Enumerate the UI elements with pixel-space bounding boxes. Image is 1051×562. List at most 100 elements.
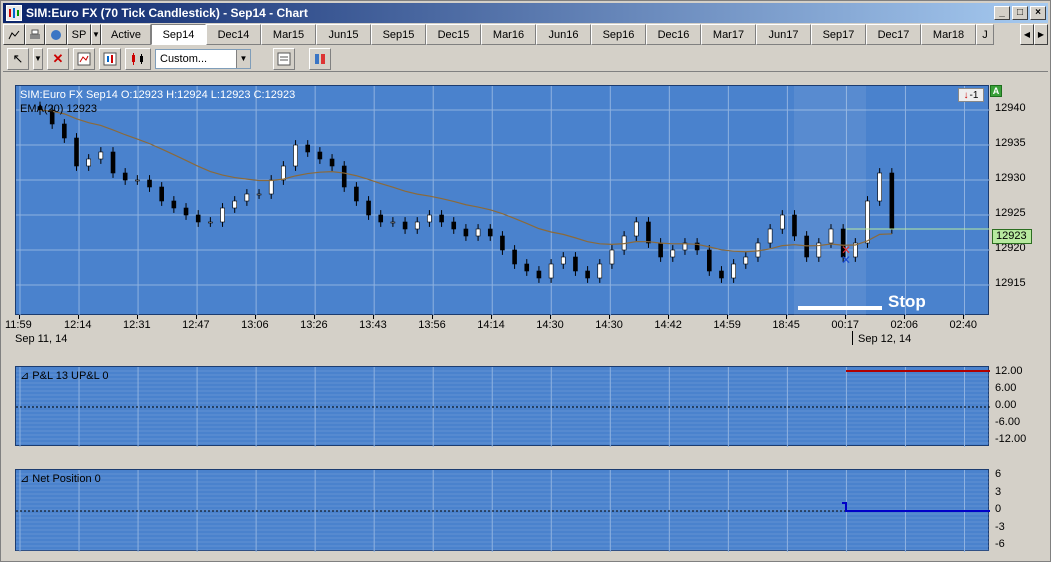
price-legend: SIM:Euro FX Sep14 O:12923 H:12924 L:1292…: [20, 88, 295, 116]
instrument-icon[interactable]: [45, 24, 67, 45]
title-bar[interactable]: SIM:Euro FX (70 Tick Candlestick) - Sep1…: [3, 3, 1048, 23]
stop-order-label[interactable]: Stop: [888, 292, 926, 312]
scroll-left-button[interactable]: ◀: [1020, 24, 1034, 45]
candle-body: [256, 193, 262, 196]
tab-jun15[interactable]: Jun15: [316, 24, 371, 45]
time-tick-label: 02:40: [949, 319, 978, 331]
ema-legend: EMA(20) 12923: [20, 103, 98, 115]
position-marker[interactable]: ↓ -1: [958, 88, 984, 102]
time-tick-label: 13:06: [241, 319, 269, 331]
minimize-button[interactable]: _: [994, 6, 1010, 20]
pointer-dropdown-arrow[interactable]: ▼: [33, 47, 43, 70]
candle-body: [585, 270, 590, 279]
date-right-label: Sep 12, 14: [858, 333, 912, 345]
panel-tick-label: 3: [995, 485, 1002, 498]
candle-body: [597, 263, 603, 279]
candle-body: [281, 165, 286, 181]
tab-mar15[interactable]: Mar15: [261, 24, 316, 45]
tab-dec14[interactable]: Dec14: [206, 24, 261, 45]
tab-mar18[interactable]: Mar18: [921, 24, 976, 45]
candle-body: [609, 249, 615, 265]
strategies-icon[interactable]: [99, 47, 121, 70]
candle-body: [244, 193, 250, 202]
time-tick-label: 02:06: [890, 319, 918, 331]
instrument-selector[interactable]: SP: [67, 24, 91, 45]
tab-dec15[interactable]: Dec15: [426, 24, 481, 45]
contract-tab-bar: SP ▼ Active Sep14 Dec14 Mar15 Jun15 Sep15 Dec1…: [3, 24, 1048, 45]
panel-badge-a[interactable]: A: [990, 85, 1002, 97]
pnl-legend-text: P&L 13 UP&L 0: [32, 370, 109, 382]
chart-trader-icon[interactable]: [309, 47, 331, 70]
candle-body: [475, 228, 481, 237]
tab-j[interactable]: J: [976, 24, 994, 45]
tab-mar16[interactable]: Mar16: [481, 24, 536, 45]
pointer-tool-icon[interactable]: ↖: [7, 47, 29, 70]
candle-body: [560, 256, 566, 265]
time-tick-mark: [78, 315, 80, 319]
time-tick-mark: [668, 315, 670, 319]
time-tick-label: 12:47: [182, 319, 210, 331]
time-tick-mark: [550, 315, 552, 319]
tab-mar17[interactable]: Mar17: [701, 24, 756, 45]
candle-body: [646, 221, 651, 244]
tab-sep17[interactable]: Sep17: [811, 24, 866, 45]
price-chart-canvas: ✕✕: [16, 86, 990, 316]
tab-dec17[interactable]: Dec17: [866, 24, 921, 45]
time-tick-label: 12:31: [123, 319, 151, 331]
time-tick-label: 14:59: [713, 319, 741, 331]
candle-body: [743, 256, 749, 265]
tab-dec16[interactable]: Dec16: [646, 24, 701, 45]
price-tick-label: 12940: [995, 102, 1026, 114]
chart-toolbar: ↖ ▼ ✕ Custom... ▼: [3, 46, 1048, 72]
position-chart-canvas: [16, 470, 990, 552]
maximize-button[interactable]: □: [1012, 6, 1028, 20]
print-icon[interactable]: [25, 24, 45, 45]
panel-tick-label: 0.00: [995, 399, 1017, 411]
price-tick-label: 12925: [995, 207, 1026, 219]
remove-drawing-icon[interactable]: ✕: [47, 47, 69, 70]
tab-sep15[interactable]: Sep15: [371, 24, 426, 45]
time-tick-label: 14:30: [595, 319, 623, 331]
tab-sep16[interactable]: Sep16: [591, 24, 646, 45]
panel-tick-label: -6: [995, 538, 1005, 550]
chevron-down-icon[interactable]: ▼: [236, 49, 250, 68]
candle-body: [767, 228, 773, 244]
candle-body: [390, 221, 396, 224]
candle-body: [317, 151, 323, 160]
candle-body: [293, 144, 298, 167]
pnl-panel[interactable]: ⊿ P&L 13 UP&L 0: [15, 366, 990, 447]
net-position-panel[interactable]: ⊿ Net Position 0: [15, 469, 990, 552]
indicators-icon[interactable]: [73, 47, 95, 70]
bar-type-icon[interactable]: [125, 47, 151, 70]
time-tick-mark: [19, 315, 20, 319]
last-price-tag: 12923: [992, 229, 1032, 244]
tab-active[interactable]: Active: [101, 24, 151, 45]
candle-body: [86, 158, 91, 167]
net-position-legend-text: Net Position 0: [32, 473, 101, 485]
candle-body: [524, 263, 530, 272]
candle-body: [268, 179, 274, 195]
candle-body: [305, 144, 311, 153]
candle-body: [670, 249, 676, 258]
tab-jun17[interactable]: Jun17: [756, 24, 811, 45]
properties-icon[interactable]: [273, 47, 295, 70]
scroll-right-button[interactable]: ▶: [1034, 24, 1048, 45]
candle-body: [354, 186, 359, 202]
time-tick-mark: [255, 315, 257, 319]
candle-body: [135, 179, 140, 182]
candle-body: [865, 200, 870, 244]
candle-body: [427, 214, 432, 223]
candle-body: [366, 200, 371, 216]
candle-body: [110, 151, 116, 174]
close-button[interactable]: ×: [1030, 6, 1046, 20]
instrument-dropdown-arrow[interactable]: ▼: [91, 24, 101, 45]
tab-sep14[interactable]: Sep14: [151, 24, 206, 45]
bar-period-combo[interactable]: Custom... ▼: [155, 48, 251, 69]
price-panel[interactable]: ✕ ✕ SIM:Euro FX Sep14 O:12923 H:12924 L:1…: [15, 85, 990, 316]
chart-type-icon[interactable]: [3, 24, 25, 45]
candle-body: [232, 200, 238, 209]
time-tick-label: 13:43: [359, 319, 387, 331]
candle-body: [341, 165, 347, 188]
tab-jun16[interactable]: Jun16: [536, 24, 591, 45]
window-title: SIM:Euro FX (70 Tick Candlestick) - Sep1…: [26, 6, 308, 20]
